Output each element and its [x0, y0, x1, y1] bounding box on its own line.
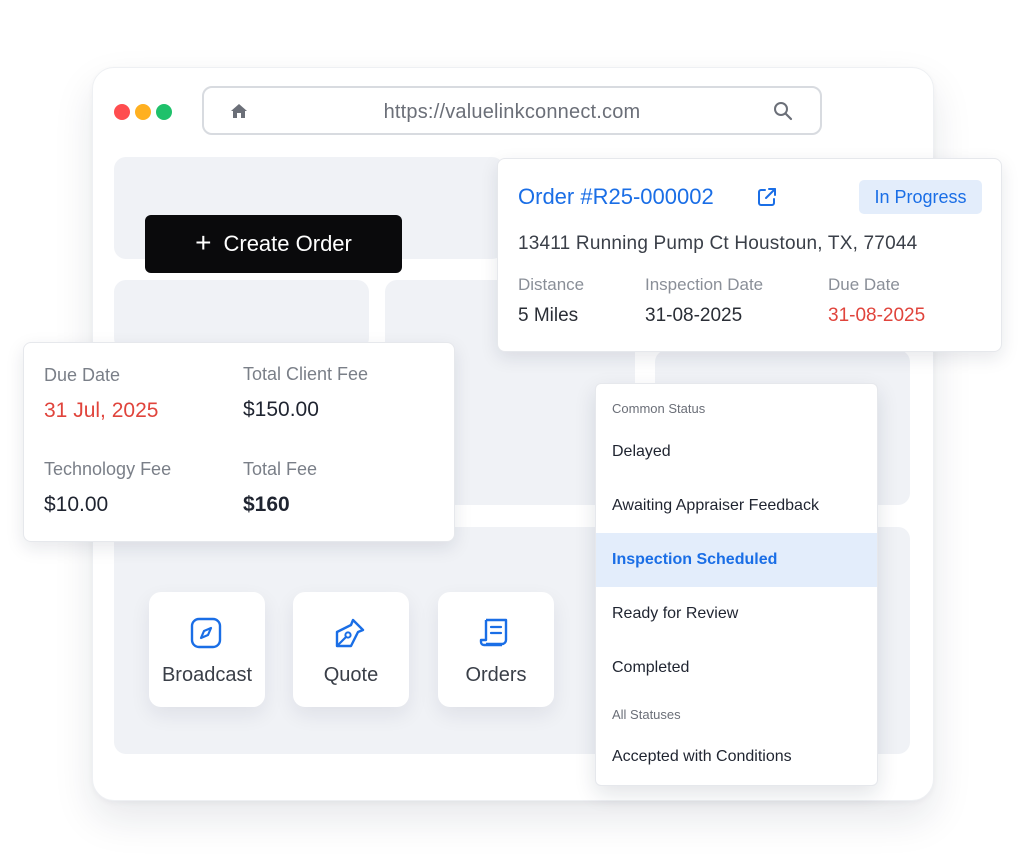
url-text[interactable]: https://valuelinkconnect.com — [204, 101, 820, 124]
order-card: Order #R25-000002 In Progress 13411 Runn… — [497, 158, 1002, 352]
status-option-inspection-scheduled[interactable]: Inspection Scheduled — [596, 533, 877, 587]
technology-fee-label: Technology Fee — [44, 459, 172, 479]
quote-label: Quote — [323, 664, 379, 686]
external-link-icon[interactable] — [756, 186, 778, 208]
quote-button[interactable]: Quote — [293, 592, 409, 707]
status-option-completed[interactable]: Completed — [596, 641, 877, 695]
inspection-date-value: 31-08-2025 — [645, 305, 743, 326]
status-dropdown-menu: Common Status Delayed Awaiting Appraiser… — [595, 383, 878, 786]
status-badge[interactable]: In Progress — [859, 180, 982, 214]
total-fee-value: $160 — [243, 493, 290, 516]
broadcast-label: Broadcast — [161, 664, 253, 686]
all-statuses-header: All Statuses — [612, 707, 681, 722]
total-client-fee-label: Total Client Fee — [243, 364, 369, 384]
fee-summary-card: Due Date 31 Jul, 2025 Total Client Fee $… — [23, 342, 455, 542]
status-option-ready-for-review[interactable]: Ready for Review — [596, 587, 877, 641]
create-order-label: Create Order — [223, 231, 352, 256]
distance-value: 5 Miles — [518, 305, 579, 326]
fee-due-date-label: Due Date — [44, 365, 121, 385]
orders-button[interactable]: Orders — [438, 592, 554, 707]
maximize-window-dot[interactable] — [156, 104, 172, 120]
fee-due-date-value: 31 Jul, 2025 — [44, 399, 159, 422]
inspection-date-label: Inspection Date — [645, 275, 764, 294]
due-date-label: Due Date — [828, 275, 900, 294]
address-bar[interactable]: https://valuelinkconnect.com — [202, 86, 822, 135]
receipt-icon — [479, 618, 508, 647]
close-window-dot[interactable] — [114, 104, 130, 120]
orders-label: Orders — [465, 664, 527, 686]
total-client-fee-value: $150.00 — [243, 398, 319, 421]
plus-icon: + — [195, 226, 212, 258]
total-fee-label: Total Fee — [243, 459, 318, 479]
placeholder-card-1 — [114, 280, 369, 350]
create-order-button[interactable]: + Create Order — [145, 215, 402, 273]
order-title-link[interactable]: Order #R25-000002 — [518, 184, 714, 210]
order-address: 13411 Running Pump Ct Houstoun, TX, 7704… — [518, 233, 918, 254]
search-icon[interactable] — [772, 100, 794, 122]
distance-label: Distance — [518, 275, 585, 294]
status-option-awaiting-feedback[interactable]: Awaiting Appraiser Feedback — [596, 479, 877, 533]
broadcast-button[interactable]: Broadcast — [149, 592, 265, 707]
minimize-window-dot[interactable] — [135, 104, 151, 120]
compass-icon — [190, 617, 222, 649]
technology-fee-value: $10.00 — [44, 493, 109, 516]
due-date-value: 31-08-2025 — [828, 305, 926, 326]
status-option-delayed[interactable]: Delayed — [596, 425, 877, 479]
status-option-accepted-with-conditions[interactable]: Accepted with Conditions — [596, 730, 877, 784]
pen-nib-icon — [335, 618, 365, 648]
common-status-header: Common Status — [612, 401, 706, 416]
